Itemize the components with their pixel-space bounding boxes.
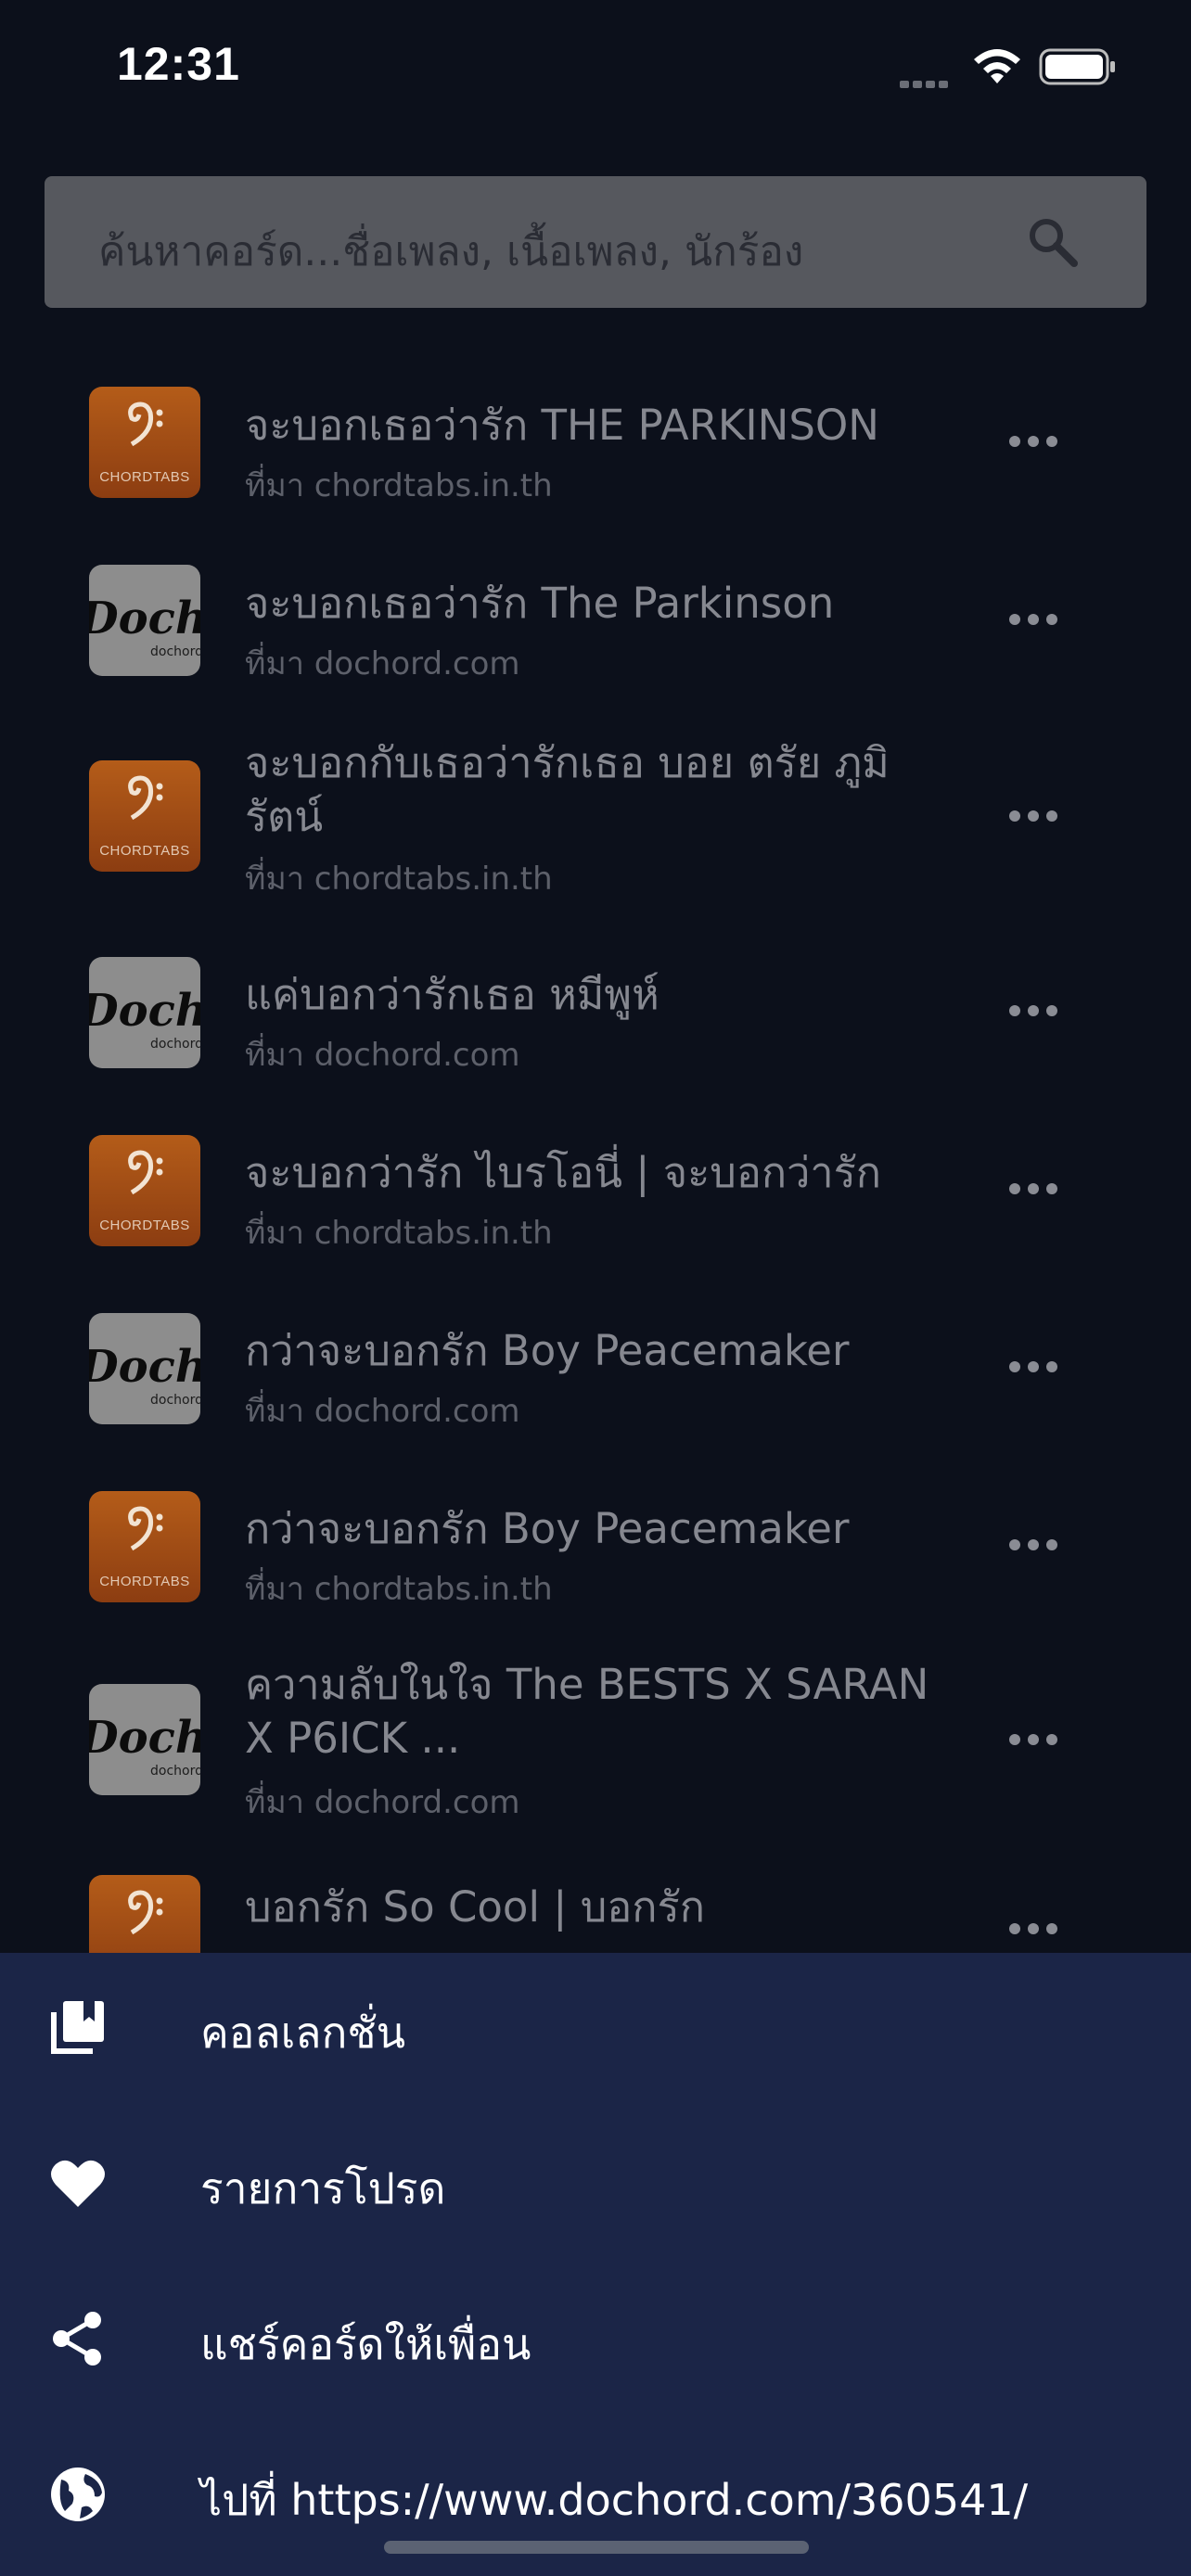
more-options-icon[interactable] bbox=[1009, 1923, 1057, 1936]
search-icon[interactable] bbox=[1026, 215, 1080, 269]
result-row[interactable]: Dochord dochord ความลับในใจ The BESTS X … bbox=[0, 1660, 1191, 1864]
result-title: ความลับในใจ The BESTS X SARAN X P6ICK ..… bbox=[245, 1660, 929, 1763]
chordtabs-logo: CHORDTABS bbox=[89, 387, 200, 498]
result-row[interactable]: Dochord dochord จะบอกเธอว่ารัก The Parki… bbox=[0, 549, 1191, 716]
chordtabs-logo-text: CHORDTABS bbox=[99, 1218, 190, 1233]
dochord-logo-subtext: dochord bbox=[150, 644, 200, 659]
chordtabs-logo: CHORDTABS bbox=[89, 760, 200, 872]
result-source: ที่มา chordtabs.in.th bbox=[245, 1571, 553, 1608]
result-title: จะบอกว่ารัก ไบรโอนี่ | จะบอกว่ารัก bbox=[245, 1148, 882, 1197]
result-source: ที่มา chordtabs.in.th bbox=[245, 1215, 553, 1252]
search-bar[interactable]: ค้นหาคอร์ด...ชื่อเพลง, เนื้อเพลง, นักร้อ… bbox=[45, 176, 1146, 308]
dochord-logo-subtext: dochord bbox=[150, 1393, 200, 1408]
result-row[interactable]: CHORDTABS จะบอกว่ารัก ไบรโอนี่ | จะบอกว่… bbox=[0, 1126, 1191, 1293]
result-row[interactable]: CHORDTABS กว่าจะบอกรัก Boy Peacemaker ที… bbox=[0, 1482, 1191, 1649]
battery-icon bbox=[1039, 48, 1115, 85]
chordtabs-logo: CHORDTABS bbox=[89, 1491, 200, 1602]
bass-clef-icon bbox=[128, 402, 163, 447]
wifi-icon bbox=[974, 49, 1020, 83]
more-options-icon[interactable] bbox=[1009, 1539, 1057, 1552]
result-row[interactable]: CHORDTABS จะบอกเธอว่ารัก THE PARKINSON ท… bbox=[0, 371, 1191, 538]
more-options-icon[interactable] bbox=[1009, 1734, 1057, 1747]
favorites-menu-item[interactable]: รายการโปรด bbox=[0, 2109, 1191, 2264]
result-source: ที่มา dochord.com bbox=[245, 1037, 520, 1074]
bass-clef-icon bbox=[128, 1150, 163, 1195]
result-title: จะบอกเธอว่ารัก The Parkinson bbox=[245, 579, 835, 628]
result-title: กว่าจะบอกรัก Boy Peacemaker bbox=[245, 1326, 850, 1375]
chordtabs-logo-text: CHORDTABS bbox=[99, 469, 190, 485]
result-row[interactable]: Dochord dochord กว่าจะบอกรัก Boy Peacema… bbox=[0, 1304, 1191, 1471]
collection-menu-item[interactable]: คอลเลกชั่น bbox=[0, 1953, 1191, 2109]
result-title: จะบอกเธอว่ารัก THE PARKINSON bbox=[245, 401, 879, 450]
more-options-icon[interactable] bbox=[1009, 810, 1057, 823]
more-options-icon[interactable] bbox=[1009, 1183, 1057, 1196]
more-options-icon[interactable] bbox=[1009, 614, 1057, 627]
more-options-icon[interactable] bbox=[1009, 1005, 1057, 1018]
dochord-logo: Dochord dochord bbox=[89, 1684, 200, 1795]
cellular-signal-icon bbox=[900, 74, 952, 92]
home-indicator[interactable] bbox=[384, 2541, 809, 2554]
dochord-logo-text: Dochord bbox=[89, 1341, 200, 1393]
dochord-logo-subtext: dochord bbox=[150, 1764, 200, 1779]
dochord-logo-text: Dochord bbox=[89, 985, 200, 1037]
globe-icon bbox=[51, 2468, 105, 2521]
result-source: ที่มา dochord.com bbox=[245, 1784, 520, 1821]
share-menu-item[interactable]: แชร์คอร์ดให้เพื่อน bbox=[0, 2264, 1191, 2420]
bass-clef-icon bbox=[128, 1506, 163, 1551]
result-title: จะบอกกับเธอว่ารักเธอ บอย ตรัย ภูมิรัตน์ bbox=[245, 738, 890, 841]
result-source: ที่มา dochord.com bbox=[245, 1393, 520, 1430]
result-title: กว่าจะบอกรัก Boy Peacemaker bbox=[245, 1504, 850, 1553]
dochord-logo: Dochord dochord bbox=[89, 565, 200, 676]
result-row[interactable]: CHORDTABS จะบอกกับเธอว่ารักเธอ บอย ตรัย … bbox=[0, 734, 1191, 938]
chordtabs-logo-text: CHORDTABS bbox=[99, 843, 190, 859]
result-title: บอกรัก So Cool | บอกรัก bbox=[245, 1882, 705, 1932]
bass-clef-icon bbox=[128, 775, 163, 821]
heart-icon bbox=[51, 2160, 105, 2207]
status-bar: 12:31 bbox=[0, 0, 1191, 139]
more-options-icon[interactable] bbox=[1009, 1361, 1057, 1374]
result-source: ที่มา chordtabs.in.th bbox=[245, 861, 553, 898]
dochord-logo-subtext: dochord bbox=[150, 1037, 200, 1052]
search-input[interactable]: ค้นหาคอร์ด...ชื่อเพลง, เนื้อเพลง, นักร้อ… bbox=[98, 219, 803, 284]
open-url-label: ไปที่ https://www.dochord.com/360541/ bbox=[200, 2475, 1029, 2525]
result-source: ที่มา dochord.com bbox=[245, 645, 520, 682]
collection-icon bbox=[51, 2001, 104, 2054]
dochord-logo-text: Dochord bbox=[89, 593, 200, 644]
dochord-logo: Dochord dochord bbox=[89, 1313, 200, 1424]
share-icon bbox=[53, 2312, 101, 2366]
status-time: 12:31 bbox=[117, 38, 240, 90]
share-label: แชร์คอร์ดให้เพื่อน bbox=[200, 2319, 531, 2369]
collection-label: คอลเลกชั่น bbox=[200, 2008, 406, 2058]
favorites-label: รายการโปรด bbox=[200, 2163, 446, 2213]
action-sheet: คอลเลกชั่น รายการโปรด แชร์คอร์ดให้เพื่อน… bbox=[0, 1953, 1191, 2576]
result-source: ที่มา chordtabs.in.th bbox=[245, 467, 553, 504]
dochord-logo-text: Dochord bbox=[89, 1712, 200, 1764]
more-options-icon[interactable] bbox=[1009, 436, 1057, 449]
bass-clef-icon bbox=[128, 1890, 163, 1935]
chordtabs-logo: CHORDTABS bbox=[89, 1135, 200, 1246]
dochord-logo: Dochord dochord bbox=[89, 957, 200, 1068]
result-row[interactable]: Dochord dochord แค่บอกว่ารักเธอ หมีพูห์ … bbox=[0, 948, 1191, 1115]
chordtabs-logo-text: CHORDTABS bbox=[99, 1574, 190, 1589]
result-title: แค่บอกว่ารักเธอ หมีพูห์ bbox=[245, 970, 660, 1019]
